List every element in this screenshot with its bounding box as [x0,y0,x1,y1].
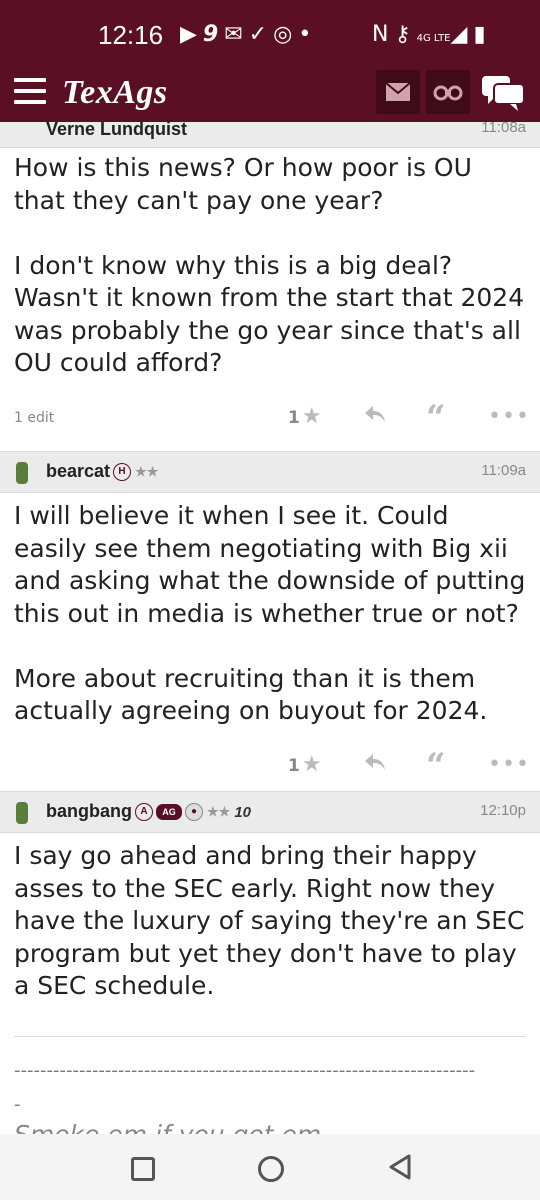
quote-icon[interactable]: “ [426,746,446,786]
phone-avatar-icon [16,802,28,824]
post-body: How is this news? Or how poor is OU that… [14,153,525,377]
signature-dash-tail: - [14,1094,21,1115]
envelope-icon [385,82,411,101]
notification-icons: ▶9✉✓◎• [180,22,317,47]
like-button[interactable]: 1★ [288,404,322,429]
status-time: 12:16 [98,20,164,50]
site-logo[interactable]: TexAgs [62,74,168,112]
like-count: 1 [288,408,300,428]
stars-badge: ★★ [207,804,231,820]
post-time: 12:10p [480,802,526,819]
binoculars-icon [433,85,463,101]
youtube-icon: ▶ [180,22,203,47]
nike-icon: ✓ [248,22,274,47]
android-nav-bar [0,1134,540,1200]
messages-button[interactable] [376,70,420,114]
post-header: bearcat H ★★ 11:09a [0,451,540,493]
system-icons: N⚷4G LTE◢▮ [372,22,492,47]
signature-dashes: ----------------------------------------… [14,1060,476,1081]
rank-badge: H [113,463,132,482]
back-icon[interactable] [388,1154,412,1180]
menu-icon[interactable] [14,78,46,106]
like-count: 1 [288,756,300,776]
watch-button[interactable] [426,70,470,114]
star-icon: ★ [301,752,322,777]
signal-icon: ◢ [450,22,474,47]
status-bar: 12:16 ▶9✉✓◎• N⚷4G LTE◢▮ [0,0,540,66]
stars-badge: ★★ [135,464,159,480]
post-body: I will believe it when I see it. Could e… [14,501,526,725]
reply-icon[interactable] [363,750,387,774]
app-header-overlay: TexAgs [0,66,540,122]
more-icon[interactable]: ••• [488,752,530,777]
quote-icon[interactable]: “ [426,398,446,438]
team-logo-icon: ● [185,803,203,822]
4g-lte-icon: 4G LTE [416,33,451,44]
key-icon: ⚷ [394,22,417,47]
9-icon: 9 [202,22,225,47]
nfc-icon: N [372,22,395,47]
more-icon[interactable]: ••• [488,404,530,429]
mail-icon: ✉ [224,22,249,47]
post-actions: 1 edit 1★ “ ••• [0,398,540,438]
signature-divider [14,1036,526,1037]
post-username[interactable]: bearcat H ★★ [46,461,158,482]
dot-icon: • [298,22,318,47]
post-time: 11:09a [481,462,526,479]
like-button[interactable]: 1★ [288,752,322,777]
recents-icon[interactable] [131,1157,155,1181]
10th-man-badge: 10 [234,804,251,821]
home-icon[interactable] [258,1156,284,1182]
reply-icon[interactable] [363,402,387,426]
instagram-icon: ◎ [273,22,299,47]
chat-bubbles-icon[interactable] [480,72,526,112]
post-actions: 1★ “ ••• [0,746,540,786]
ag-badge: AG [156,804,182,821]
star-icon: ★ [301,404,322,429]
phone-avatar-icon [16,462,28,484]
post-body: I say go ahead and bring their happy ass… [14,841,533,1000]
battery-icon: ▮ [473,22,492,47]
rank-badge: A [135,803,153,822]
edit-count[interactable]: 1 edit [14,410,54,426]
post-username[interactable]: bangbang A AG ● ★★ 10 [46,801,251,822]
post-header: bangbang A AG ● ★★ 10 12:10p [0,791,540,833]
post-username[interactable]: Verne Lundquist [46,119,187,140]
